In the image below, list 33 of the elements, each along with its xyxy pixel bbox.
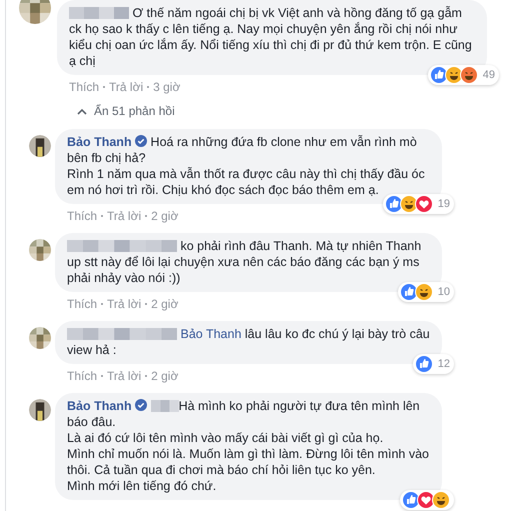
avatar-photo[interactable] [29, 399, 51, 421]
comment-time: 2 giờ [151, 296, 178, 312]
reaction-summary[interactable]: 19 [382, 194, 454, 214]
haha-reaction-icon [414, 283, 433, 301]
comment-time: 2 giờ [151, 368, 178, 384]
chevron-icon [77, 108, 87, 114]
haha-reaction-icon [432, 491, 450, 509]
blurred-avatar[interactable] [29, 327, 51, 349]
replies-toggle[interactable]: Ẩn 51 phản hồi [77, 103, 175, 119]
blurred-avatar[interactable] [29, 239, 51, 261]
reply-link[interactable]: Trả lời [107, 296, 142, 312]
love-reaction-icon [414, 195, 433, 213]
comment-time: 2 giờ [151, 208, 178, 224]
author-name[interactable]: Bảo Thanh [67, 399, 132, 413]
reply-link[interactable]: Trả lời [107, 208, 142, 224]
reaction-summary[interactable] [400, 490, 454, 510]
comment-text: Bảo Thanh Hà mình ko phải người tự đưa tên mình lên báo đâu. Là ai đó cứ lôi tên mình vào mấy cái bài viết gì gì của họ. Mình chỉ muốn nói là. Muốn làm gì thì làm. Đừng lôi tên mình vào thôi. Cả tuần qua đi chơi mà báo chí hỏi liên tục ko yên. Mình mới lên tiếng đó chứ. [67, 398, 430, 494]
like-link[interactable]: Thích [67, 296, 98, 312]
reaction-summary[interactable]: 10 [398, 282, 454, 302]
like-link[interactable]: Thích [67, 368, 98, 384]
reply-link[interactable]: Trả lời [109, 78, 144, 94]
angry-reaction-icon [460, 66, 478, 84]
reaction-summary[interactable]: 49 [428, 65, 499, 85]
reply-link[interactable]: Trả lời [107, 368, 142, 384]
like-link[interactable]: Thích [67, 208, 98, 224]
mention-link[interactable]: Bảo Thanh [180, 327, 242, 341]
reaction-summary[interactable]: 12 [412, 354, 454, 374]
author-name[interactable]: Bảo Thanh [67, 135, 132, 149]
blurred-avatar[interactable] [19, 0, 51, 24]
avatar-photo[interactable] [29, 135, 51, 157]
like-reaction-icon [414, 355, 433, 373]
like-link[interactable]: Thích [69, 78, 100, 94]
comment-time: 3 giờ [153, 78, 180, 94]
